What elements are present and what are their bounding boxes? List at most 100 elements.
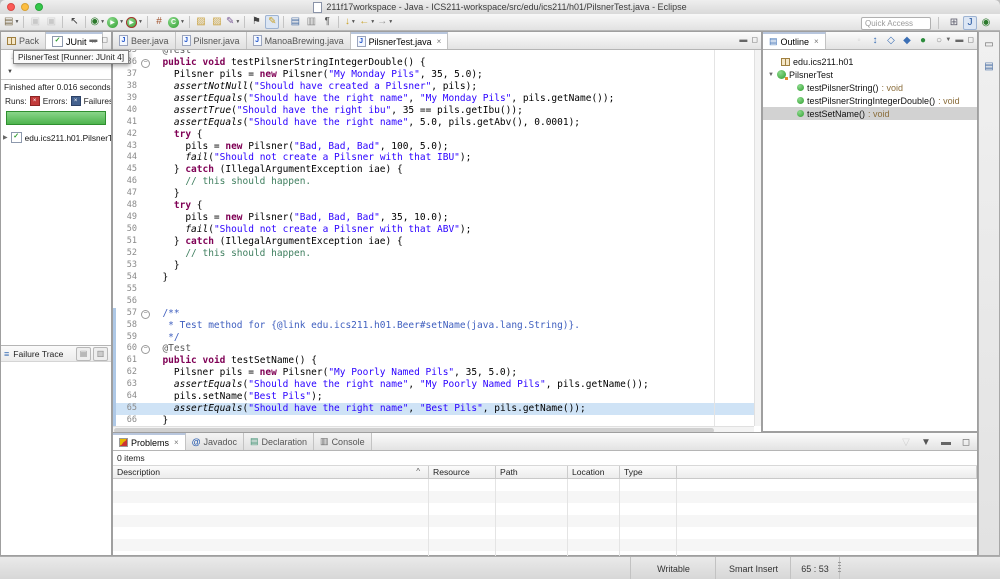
code-line[interactable]: 62 Pilsner pils = new Pilsner("My Poorly… — [113, 367, 761, 379]
editor-tab-beer-java[interactable]: JBeer.java — [113, 32, 176, 49]
fold-marker-icon[interactable] — [140, 343, 151, 355]
view-menu-icon[interactable]: ▼ — [945, 37, 951, 43]
junit-view-menu-icon[interactable]: ▼ — [7, 69, 13, 75]
hide-static-icon[interactable]: ◆ — [900, 34, 914, 48]
code-line[interactable]: 53 } — [113, 260, 761, 272]
code-line[interactable]: 41 assertEquals("Should have the right n… — [113, 117, 761, 129]
table-row[interactable] — [113, 491, 977, 503]
back-icon[interactable]: ←▼ — [359, 15, 375, 29]
outline-item-testsetname[interactable]: testSetName() : void — [763, 107, 977, 120]
maximize-icon[interactable]: ◻ — [959, 436, 973, 450]
minimize-icon[interactable]: ▬ — [955, 35, 963, 44]
filter-stack-traces-icon[interactable]: ▤ — [76, 347, 91, 361]
show-source-icon[interactable]: ▥ — [304, 15, 318, 29]
open-type-icon[interactable]: ⚑ — [249, 15, 263, 29]
tab-javadoc[interactable]: @Javadoc — [186, 433, 244, 450]
compare-result-icon[interactable]: ▥ — [93, 347, 108, 361]
new-java-project-icon[interactable]: # — [152, 15, 166, 29]
open-resource-icon[interactable]: ▨ — [210, 15, 224, 29]
code-line[interactable]: 52 // this should happen. — [113, 248, 761, 260]
forward-icon-dropdown[interactable]: ▼ — [388, 19, 393, 25]
tab-package-explorer[interactable]: Pack — [1, 32, 46, 49]
maximize-icon[interactable]: ◻ — [967, 35, 974, 44]
code-line[interactable]: 60 @Test — [113, 343, 761, 355]
hide-fields-icon[interactable]: ◇ — [884, 34, 898, 48]
show-whitespace-icon[interactable]: ¶ — [320, 15, 334, 29]
back-icon-dropdown[interactable]: ▼ — [370, 19, 375, 25]
external-tools-icon-dropdown[interactable]: ▼ — [235, 19, 240, 25]
other-perspective-icon[interactable]: ◉ — [979, 16, 993, 30]
code-line[interactable]: 36 public void testPilsnerStringIntegerD… — [113, 57, 761, 69]
expander-icon[interactable]: ▶ — [3, 134, 8, 141]
table-row[interactable] — [113, 503, 977, 515]
code-line[interactable]: 55 — [113, 284, 761, 296]
task-list-view-icon[interactable]: ▤ — [982, 60, 996, 74]
table-row[interactable] — [113, 539, 977, 551]
outline-item-eduics211h01[interactable]: edu.ics211.h01 — [763, 55, 977, 68]
hide-local-types-icon[interactable]: ○ — [932, 34, 946, 48]
restore-view-icon[interactable]: ▭ — [982, 38, 996, 52]
debug-icon-dropdown[interactable]: ▼ — [100, 19, 105, 25]
new-class-icon[interactable]: C▼ — [168, 15, 185, 29]
focus-icon[interactable]: ◦ — [852, 34, 866, 48]
code-line[interactable]: 38 assertNotNull("Should have created a … — [113, 81, 761, 93]
editor-tab-manoabrewing-java[interactable]: JManoaBrewing.java — [247, 32, 351, 49]
code-line[interactable]: 57 /** — [113, 308, 761, 320]
close-window-button[interactable] — [7, 3, 15, 11]
code-line[interactable]: 63 assertEquals("Should have the right n… — [113, 379, 761, 391]
code-line[interactable]: 65 assertEquals("Should have the right n… — [113, 403, 761, 415]
tab-outline[interactable]: ▤ Outline × — [763, 32, 826, 49]
new-class-icon-dropdown[interactable]: ▼ — [180, 19, 185, 25]
column-header-resource[interactable]: Resource — [429, 466, 496, 478]
mark-occurrences-icon[interactable]: ✎ — [265, 15, 279, 29]
coverage-icon-dropdown[interactable]: ▼ — [138, 19, 143, 25]
code-line[interactable]: 46 // this should happen. — [113, 176, 761, 188]
vertical-scrollbar[interactable] — [754, 50, 761, 426]
open-task-icon[interactable]: ▨ — [194, 15, 208, 29]
new-wizard-icon[interactable]: ▤▼ — [4, 15, 19, 29]
code-line[interactable]: 61 public void testSetName() { — [113, 355, 761, 367]
code-line[interactable]: 43 pils = new Pilsner("Bad, Bad, Bad", 1… — [113, 141, 761, 153]
save-all-icon[interactable]: ▣ — [44, 15, 58, 29]
minimize-icon[interactable]: ▬ — [939, 436, 953, 450]
junit-test-tree-item[interactable]: ▶ ✓ edu.ics211.h01.PilsnerTest [ — [3, 132, 111, 143]
close-tab-button[interactable]: × — [174, 438, 179, 447]
status-drag-handle[interactable] — [838, 562, 841, 574]
code-line[interactable]: 59 */ — [113, 332, 761, 344]
quick-access-input[interactable]: Quick Access — [861, 17, 931, 30]
tab-declaration[interactable]: ▤Declaration — [244, 433, 314, 450]
column-header-description[interactable]: Description^ — [113, 466, 429, 478]
filter-icon[interactable]: ▽ — [899, 436, 913, 450]
column-header-type[interactable]: Type — [620, 466, 677, 478]
save-icon[interactable]: ▣ — [28, 15, 42, 29]
fold-marker-icon[interactable] — [140, 57, 151, 69]
outline-item-testpilsnerstringintegerdouble[interactable]: testPilsnerStringIntegerDouble() : void — [763, 94, 977, 107]
code-line[interactable]: 49 pils = new Pilsner("Bad, Bad, Bad", 3… — [113, 212, 761, 224]
editor-tab-pilsnertest-java[interactable]: JPilsnerTest.java× — [351, 32, 449, 49]
code-line[interactable]: 50 fail("Should not create a Pilsner wit… — [113, 224, 761, 236]
minimize-icon[interactable]: ▬ — [89, 35, 97, 44]
title-bar[interactable]: 211f17workspace - Java - ICS211-workspac… — [0, 0, 1000, 15]
outline-item-testpilsnerstring[interactable]: testPilsnerString() : void — [763, 81, 977, 94]
maximize-icon[interactable]: ◻ — [101, 35, 108, 44]
code-line[interactable]: 51 } catch (IllegalArgumentException iae… — [113, 236, 761, 248]
table-row[interactable] — [113, 527, 977, 539]
code-line[interactable]: 40 assertTrue("Should have the right ibu… — [113, 105, 761, 117]
column-header-location[interactable]: Location — [568, 466, 620, 478]
code-line[interactable]: 64 pils.setName("Best Pils"); — [113, 391, 761, 403]
code-line[interactable]: 42 try { — [113, 129, 761, 141]
code-line[interactable]: 44 fail("Should not create a Pilsner wit… — [113, 152, 761, 164]
table-row[interactable] — [113, 515, 977, 527]
code-line[interactable]: 37 Pilsner pils = new Pilsner("My Monday… — [113, 69, 761, 81]
table-row[interactable] — [113, 479, 977, 491]
code-line[interactable]: 45 } catch (IllegalArgumentException iae… — [113, 164, 761, 176]
sort-icon[interactable]: ↕ — [868, 34, 882, 48]
last-edit-location-icon[interactable]: ↓▼ — [343, 15, 357, 29]
forward-icon[interactable]: →▼ — [377, 15, 393, 29]
outline-item-pilsnertest[interactable]: ▼PilsnerTest — [763, 68, 977, 81]
fold-marker-icon[interactable] — [140, 308, 151, 320]
open-console-icon[interactable]: ▤ — [288, 15, 302, 29]
code-line[interactable]: 56 — [113, 296, 761, 308]
java-perspective-icon[interactable]: J — [963, 16, 977, 30]
code-line[interactable]: 35 @Test — [113, 50, 761, 57]
